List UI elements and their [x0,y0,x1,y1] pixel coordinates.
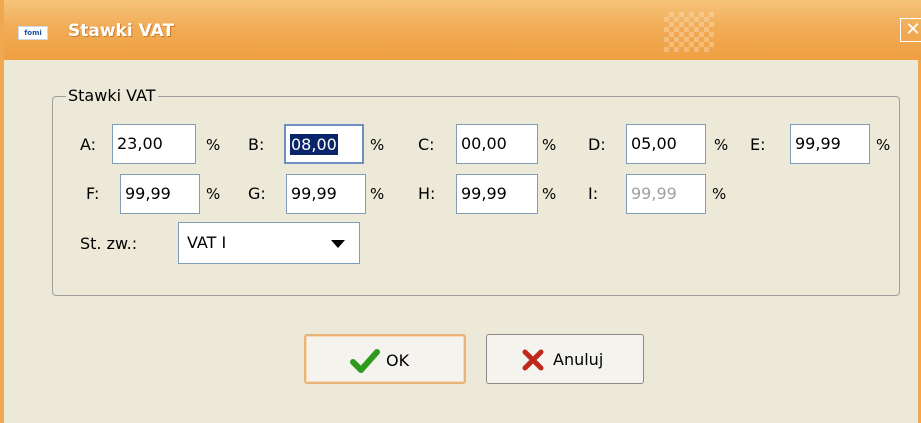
checkmark-icon [350,348,380,378]
unit-a: % [206,136,221,154]
unit-e: % [876,136,891,154]
app-icon: fomi [18,26,48,40]
st-zw-select[interactable]: VAT I [178,222,360,264]
unit-c: % [542,136,557,154]
window-title: Stawki VAT [68,21,175,41]
titlebar-decoration [664,12,714,52]
rate-f-input[interactable]: 99,99 [120,174,200,214]
st-zw-label: St. zw.: [80,234,138,253]
rate-a-input[interactable]: 23,00 [112,124,196,164]
label-i: I: [588,184,599,203]
label-c: C: [418,135,435,154]
rate-e-input[interactable]: 99,99 [790,124,870,164]
rate-h-input[interactable]: 99,99 [456,174,538,214]
ok-label: OK [386,351,410,370]
label-h: H: [418,184,436,203]
rate-c-input[interactable]: 00,00 [456,124,538,164]
title-bar[interactable]: fomi Stawki VAT ✕ [4,0,921,60]
st-zw-selected-value: VAT I [187,233,227,252]
label-f: F: [86,184,100,203]
label-b: B: [248,135,265,154]
cancel-label: Anuluj [553,350,604,369]
rate-g-input[interactable]: 99,99 [286,174,366,214]
vat-rates-dialog: fomi Stawki VAT ✕ Stawki VAT A: 23,00 % … [0,0,921,423]
ok-button[interactable]: OK [304,334,466,384]
cancel-button[interactable]: Anuluj [486,334,644,384]
group-label: Stawki VAT [66,86,158,105]
unit-d: % [714,136,729,154]
unit-i: % [712,185,727,203]
rate-d-input[interactable]: 05,00 [626,124,706,164]
unit-g: % [370,185,385,203]
label-g: G: [248,184,266,203]
close-icon[interactable]: ✕ [900,18,921,42]
unit-h: % [542,185,557,203]
rate-i-input: 99,99 [626,174,706,214]
rate-b-value: 08,00 [290,134,338,155]
cross-icon [521,349,545,375]
label-e: E: [750,135,766,154]
chevron-down-icon[interactable] [331,240,345,248]
unit-f: % [206,185,221,203]
unit-b: % [370,136,385,154]
label-a: A: [80,135,97,154]
rate-b-input[interactable]: 08,00 [284,124,364,164]
label-d: D: [588,135,606,154]
